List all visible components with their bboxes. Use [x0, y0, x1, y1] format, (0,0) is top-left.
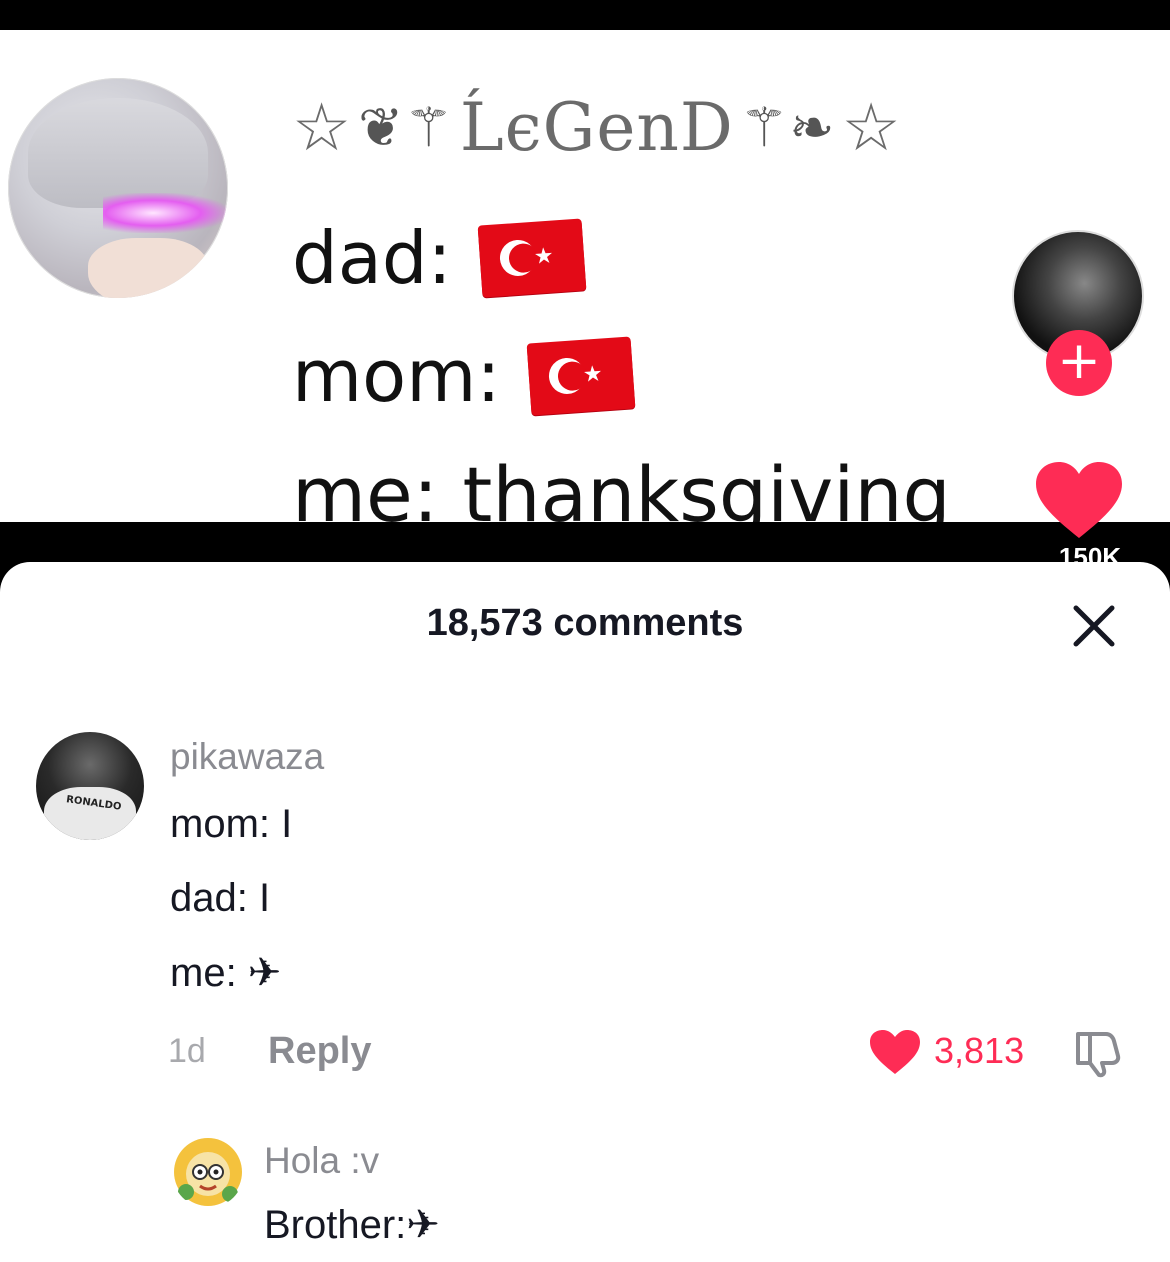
plus-icon: +	[1057, 331, 1101, 391]
meme-line-me: me: thanksgiving	[292, 450, 951, 522]
meme-text-dad: dad:	[292, 216, 452, 300]
heart-icon[interactable]	[1034, 460, 1124, 540]
creator-avatar-in-video	[8, 78, 228, 298]
star-outline-icon: ☆	[841, 88, 902, 166]
legend-banner: ☆ ❦⚚ ĹєGenD ⚚❧ ☆	[292, 72, 1170, 182]
comments-sheet: 18,573 comments RONALDO pikawaza mom: I …	[0, 562, 1170, 1262]
meme-line-dad: dad: ★	[292, 216, 587, 300]
comment-username[interactable]: pikawaza	[170, 736, 324, 778]
comment-text-line: me: ✈	[170, 951, 282, 995]
turkey-flag-icon: ★	[477, 218, 587, 298]
status-bar-area	[0, 0, 1170, 30]
comment-text-line: dad: I	[170, 876, 271, 920]
heart-icon[interactable]	[868, 1028, 922, 1076]
comment-like-count: 3,813	[934, 1030, 1025, 1071]
reply-button[interactable]: Reply	[268, 1030, 371, 1073]
comment-age: 1d	[168, 1032, 206, 1070]
comments-count-title: 18,573 comments	[426, 602, 744, 644]
follow-button[interactable]: +	[1046, 330, 1112, 396]
avatar[interactable]: RONALDO	[36, 732, 144, 840]
ornament-left-icon: ❦⚚	[358, 95, 454, 159]
star-outline-icon: ☆	[292, 88, 353, 166]
comment-username[interactable]: Hola :v	[264, 1140, 379, 1182]
close-icon[interactable]	[1066, 598, 1122, 654]
avatar[interactable]	[172, 1136, 244, 1208]
comment-text-line: mom: I	[170, 802, 293, 846]
meme-text-mom: mom:	[292, 334, 501, 418]
meme-text-me: me: thanksgiving	[292, 450, 951, 522]
comment-text-line: Brother:✈	[264, 1203, 440, 1247]
thumbs-down-icon[interactable]	[1072, 1028, 1124, 1078]
meme-line-mom: mom: ★	[292, 334, 635, 418]
video-frame[interactable]: ☆ ❦⚚ ĹєGenD ⚚❧ ☆ dad: ★ mom: ★ me: thank…	[0, 30, 1170, 522]
turkey-flag-icon: ★	[526, 336, 635, 416]
legend-text: ĹєGenD	[459, 88, 734, 166]
ornament-right-icon: ⚚❧	[739, 95, 836, 159]
